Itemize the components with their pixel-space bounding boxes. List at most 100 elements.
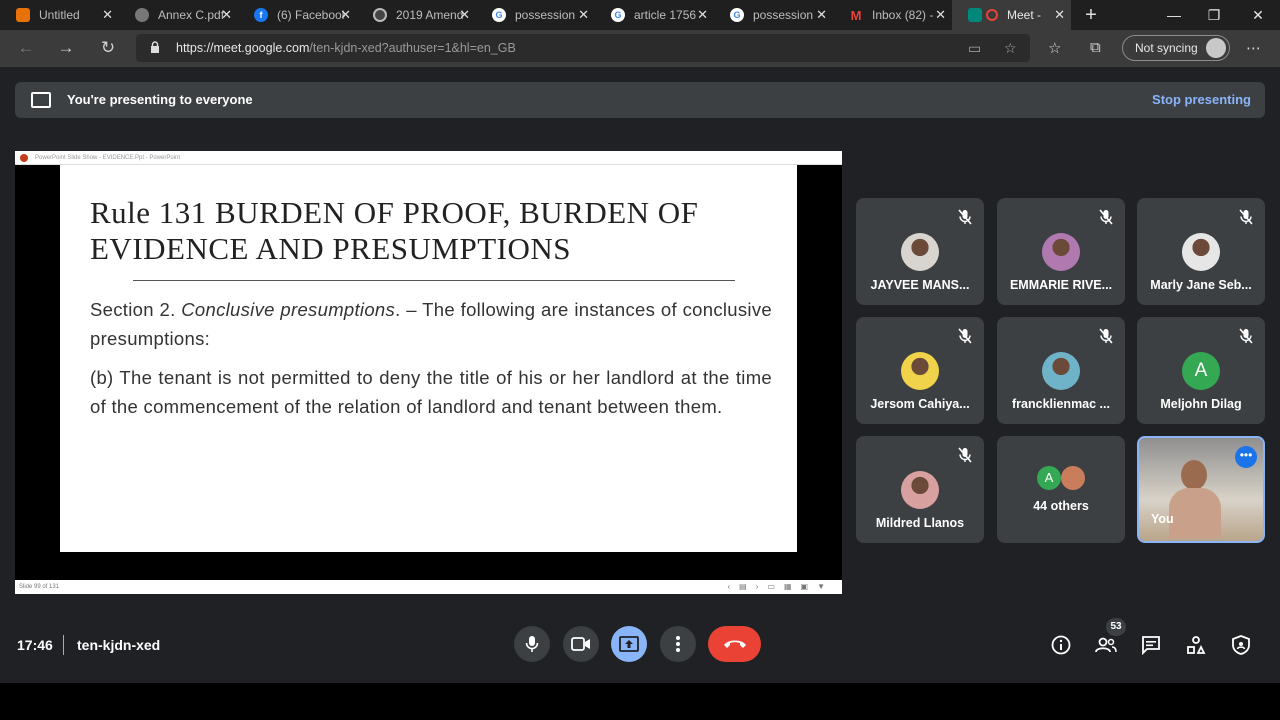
favorite-add-icon[interactable]: ☆ [1004, 40, 1017, 57]
camera-button[interactable] [563, 626, 599, 662]
more-vert-icon [676, 636, 680, 652]
participant-tile[interactable]: JAYVEE MANS... [856, 198, 984, 305]
mic-off-icon [1237, 327, 1255, 345]
slide: Rule 131 BURDEN OF PROOF, BURDEN OF EVID… [60, 165, 797, 552]
participant-tile[interactable]: Jersom Cahiya... [856, 317, 984, 424]
address-bar: ← → ↻ https://meet.google.com/ten-kjdn-x… [0, 30, 1280, 67]
clock: 17:46 [17, 637, 53, 653]
leave-call-button[interactable] [708, 626, 761, 662]
present-screen-icon [619, 636, 639, 652]
camera-permission-icon[interactable]: ▭ [968, 40, 981, 57]
facebook-icon: f [254, 8, 268, 22]
close-icon[interactable]: ✕ [340, 8, 351, 21]
chat-icon[interactable] [1140, 634, 1162, 656]
present-screen-icon [31, 92, 51, 108]
divider [133, 280, 735, 281]
close-icon[interactable]: ✕ [578, 8, 589, 21]
participant-name: EMMARIE RIVE... [1009, 278, 1113, 292]
untitled-doc-icon [16, 8, 30, 22]
hang-up-icon [723, 640, 746, 648]
maximize-icon[interactable]: ❐ [1192, 0, 1236, 30]
google-icon: G [611, 8, 625, 22]
tab-annex-pdf[interactable]: Annex C.pdf ✕ [119, 0, 238, 30]
taskbar-area [0, 683, 1280, 720]
slide-body: Section 2. Conclusive presumptions. – Th… [90, 295, 772, 431]
tile-options-icon[interactable]: ••• [1235, 446, 1257, 468]
video-camera-icon [571, 637, 590, 651]
avatar [1182, 233, 1220, 271]
slideshow-controls[interactable]: ‹▤›▭▦▣▼ [728, 580, 834, 594]
favorites-icon[interactable]: ☆ [1048, 39, 1061, 57]
recording-icon [986, 9, 998, 21]
participant-tile[interactable]: Marly Jane Seb... [1137, 198, 1265, 305]
reload-icon[interactable]: ↻ [96, 37, 120, 59]
avatar [1206, 38, 1226, 58]
gmail-icon: M [850, 7, 862, 23]
activities-icon[interactable] [1185, 634, 1207, 656]
slide-counter: Slide 99 of 131 [19, 584, 60, 590]
close-icon[interactable]: ✕ [459, 8, 470, 21]
collections-icon[interactable]: ⧉ [1090, 39, 1101, 56]
close-icon[interactable]: ✕ [221, 8, 232, 21]
new-tab-button[interactable]: + [1071, 0, 1111, 30]
meet-icon [968, 8, 982, 22]
close-icon[interactable]: ✕ [1054, 8, 1065, 21]
back-icon[interactable]: ← [14, 37, 38, 59]
microphone-icon [525, 636, 539, 652]
tab-amendments[interactable]: 2019 Amendments✕ [357, 0, 476, 30]
participant-tile[interactable]: A 44 others [997, 436, 1125, 543]
participant-tile[interactable]: francklienmac ... [997, 317, 1125, 424]
tab-inbox[interactable]: M Inbox (82) - ✕ [833, 0, 952, 30]
meeting-details-icon[interactable] [1050, 634, 1072, 656]
mic-off-icon [956, 446, 974, 464]
window-close-icon[interactable]: ✕ [1236, 0, 1280, 30]
more-options-button[interactable] [660, 626, 696, 662]
mic-off-icon [956, 327, 974, 345]
close-icon[interactable]: ✕ [816, 8, 827, 21]
powerpoint-titlebar: PowerPoint Slide Show - EVIDENCE.Ppt - P… [15, 151, 842, 165]
shared-screen: PowerPoint Slide Show - EVIDENCE.Ppt - P… [15, 151, 842, 594]
mic-off-icon [1097, 327, 1115, 345]
participant-tile[interactable]: A Meljohn Dilag [1137, 317, 1265, 424]
participant-tile[interactable]: Mildred Llanos [856, 436, 984, 543]
powerpoint-statusbar: Slide 99 of 131 ‹▤›▭▦▣▼ [15, 580, 842, 594]
avatar [901, 471, 939, 509]
divider [63, 635, 64, 655]
people-icon[interactable] [1095, 634, 1117, 656]
tab-article-1756[interactable]: Garticle 1756 ✕ [595, 0, 714, 30]
powerpoint-icon [20, 154, 28, 162]
section-2-text: Section 2. Conclusive presumptions. – Th… [90, 299, 772, 349]
tab-facebook[interactable]: f (6) Facebook ✕ [238, 0, 357, 30]
close-icon[interactable]: ✕ [697, 8, 708, 21]
people-count-badge: 53 [1106, 618, 1126, 636]
tab-possession-2[interactable]: Gpossession ✕ [714, 0, 833, 30]
mic-off-icon [1237, 208, 1255, 226]
url-field[interactable]: https://meet.google.com/ten-kjdn-xed?aut… [136, 34, 1030, 62]
profile-sync-button[interactable]: Not syncing [1122, 35, 1230, 61]
avatar [901, 352, 939, 390]
forward-icon[interactable]: → [54, 37, 78, 59]
presenting-message: You're presenting to everyone [67, 92, 253, 107]
browser-tab-bar: Untitled ✕ Annex C.pdf ✕ f (6) Facebook ✕ 20… [0, 0, 1280, 30]
participant-tile[interactable]: ••• You [1137, 436, 1265, 543]
stop-presenting-button[interactable]: Stop presenting [1152, 92, 1251, 107]
present-now-button[interactable] [611, 626, 647, 662]
host-controls-icon[interactable] [1230, 634, 1252, 656]
avatar [1061, 466, 1085, 490]
presenting-banner: You're presenting to everyone Stop prese… [15, 82, 1265, 118]
close-icon[interactable]: ✕ [102, 8, 113, 21]
tab-untitled[interactable]: Untitled ✕ [0, 0, 119, 30]
participant-name: 44 others [1033, 499, 1089, 513]
tab-possession-1[interactable]: Gpossession ✕ [476, 0, 595, 30]
mic-off-icon [956, 208, 974, 226]
participant-name: Jersom Cahiya... [870, 397, 970, 411]
url-text: https://meet.google.com/ten-kjdn-xed?aut… [176, 41, 516, 55]
tab-meet[interactable]: Meet - ✕ [952, 0, 1071, 30]
participant-tile[interactable]: EMMARIE RIVE... [997, 198, 1125, 305]
microphone-button[interactable] [514, 626, 550, 662]
more-menu-icon[interactable]: ⋯ [1246, 39, 1261, 57]
participant-name: You [1151, 512, 1174, 526]
minimize-icon[interactable]: — [1152, 0, 1196, 30]
close-icon[interactable]: ✕ [935, 8, 946, 21]
participant-name: JAYVEE MANS... [870, 278, 970, 292]
